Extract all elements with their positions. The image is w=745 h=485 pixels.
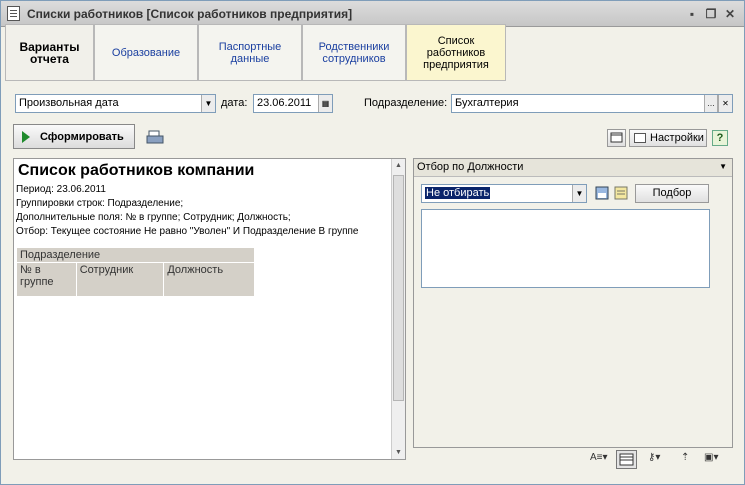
restore-icon[interactable]: ❐ <box>704 7 718 21</box>
scroll-down-icon[interactable]: ▼ <box>392 446 405 459</box>
key-icon[interactable]: ⚷▾ <box>648 452 660 468</box>
filter-mode-select[interactable]: Не отбирать ▼ <box>421 184 587 203</box>
tab-education[interactable]: Образование <box>94 24 198 81</box>
report-title: Список работников компании <box>18 162 255 179</box>
save-icon[interactable]: ▣▾ <box>704 452 718 468</box>
font-style-icon[interactable]: A≡▾ <box>590 452 608 468</box>
report-table: Подразделение № в группе Сотрудник Должн… <box>16 247 255 297</box>
chevron-down-icon[interactable]: ▼ <box>201 95 215 112</box>
generate-label: Сформировать <box>40 130 124 143</box>
subdivision-label: Подразделение: <box>364 97 448 109</box>
report-filter: Отбор: Текущее состояние Не равно "Уволе… <box>16 226 359 237</box>
panel-toggle-button[interactable] <box>607 129 626 147</box>
filter-panel: Отбор по Должности ▼ Не отбирать ▼ Подбо… <box>413 158 733 448</box>
play-icon <box>22 130 30 143</box>
filter-list-icon[interactable] <box>595 186 610 201</box>
table-group-header: Подразделение <box>16 247 255 263</box>
minimize-icon[interactable]: ▪ <box>685 7 699 21</box>
calendar-icon[interactable]: ▦ <box>318 95 332 112</box>
help-icon[interactable]: ? <box>712 130 728 146</box>
filter-edit-icon[interactable] <box>614 186 629 201</box>
filter-values-list[interactable] <box>421 209 710 288</box>
tab-passport-data[interactable]: Паспортные данные <box>198 24 302 81</box>
tab-label: Список работников предприятия <box>423 34 489 71</box>
filter-header-label: Отбор по Должности <box>417 161 524 173</box>
vertical-scrollbar[interactable]: ▲ ▼ <box>391 159 405 459</box>
report-period: Период: 23.06.2011 <box>16 184 106 195</box>
close-icon[interactable]: ✕ <box>723 7 737 21</box>
settings-icon <box>634 133 646 143</box>
subdivision-field[interactable]: Бухгалтерия … ✕ <box>451 94 733 113</box>
chevron-down-icon[interactable]: ▼ <box>719 162 727 171</box>
app-window: Списки работников [Список работников пре… <box>0 0 745 485</box>
report-grouping: Группировки строк: Подразделение; <box>16 198 184 209</box>
scroll-thumb[interactable] <box>393 175 404 401</box>
column-header-number: № в группе <box>16 262 77 297</box>
report-extra-fields: Дополнительные поля: № в группе; Сотрудн… <box>16 212 291 223</box>
tab-label: Родственники сотрудников <box>318 40 390 65</box>
select-ellipsis-icon[interactable]: … <box>704 95 718 112</box>
tab-label: Варианты отчета <box>19 39 80 66</box>
date-value: 23.06.2011 <box>257 97 312 109</box>
generate-button[interactable]: Сформировать <box>13 124 135 149</box>
clear-icon[interactable]: ✕ <box>718 95 732 112</box>
settings-label: Настройки <box>650 132 704 144</box>
tab-report-variants[interactable]: Варианты отчета <box>5 24 94 81</box>
tab-label: Образование <box>111 46 181 59</box>
settings-button[interactable]: Настройки <box>629 129 707 147</box>
filter-mode-value: Не отбирать <box>425 187 491 199</box>
report-panel[interactable]: Список работников компании Период: 23.06… <box>13 158 406 460</box>
table-view-icon[interactable] <box>616 450 637 469</box>
pick-button[interactable]: Подбор <box>635 184 709 203</box>
upload-icon[interactable]: ⇡ <box>681 452 689 468</box>
tab-bar: Варианты отчета Образование Паспортные д… <box>5 24 742 81</box>
column-header-position: Должность <box>163 262 255 297</box>
filter-header[interactable]: Отбор по Должности ▼ <box>414 159 732 177</box>
chevron-down-icon[interactable]: ▼ <box>572 185 586 202</box>
scroll-up-icon[interactable]: ▲ <box>392 159 405 172</box>
printer-icon[interactable] <box>146 129 164 145</box>
date-label: дата: <box>221 97 248 109</box>
tab-label: Паспортные данные <box>218 40 282 65</box>
subdivision-value: Бухгалтерия <box>455 97 519 109</box>
date-field[interactable]: 23.06.2011 ▦ <box>253 94 333 113</box>
column-header-employee: Сотрудник <box>75 262 165 297</box>
tab-employee-list[interactable]: Список работников предприятия <box>406 24 506 81</box>
tab-relatives[interactable]: Родственники сотрудников <box>302 24 406 81</box>
date-mode-select[interactable]: Произвольная дата ▼ <box>15 94 216 113</box>
date-mode-value: Произвольная дата <box>19 97 119 109</box>
document-icon <box>7 6 20 21</box>
window-title: Списки работников [Список работников пре… <box>27 7 353 21</box>
